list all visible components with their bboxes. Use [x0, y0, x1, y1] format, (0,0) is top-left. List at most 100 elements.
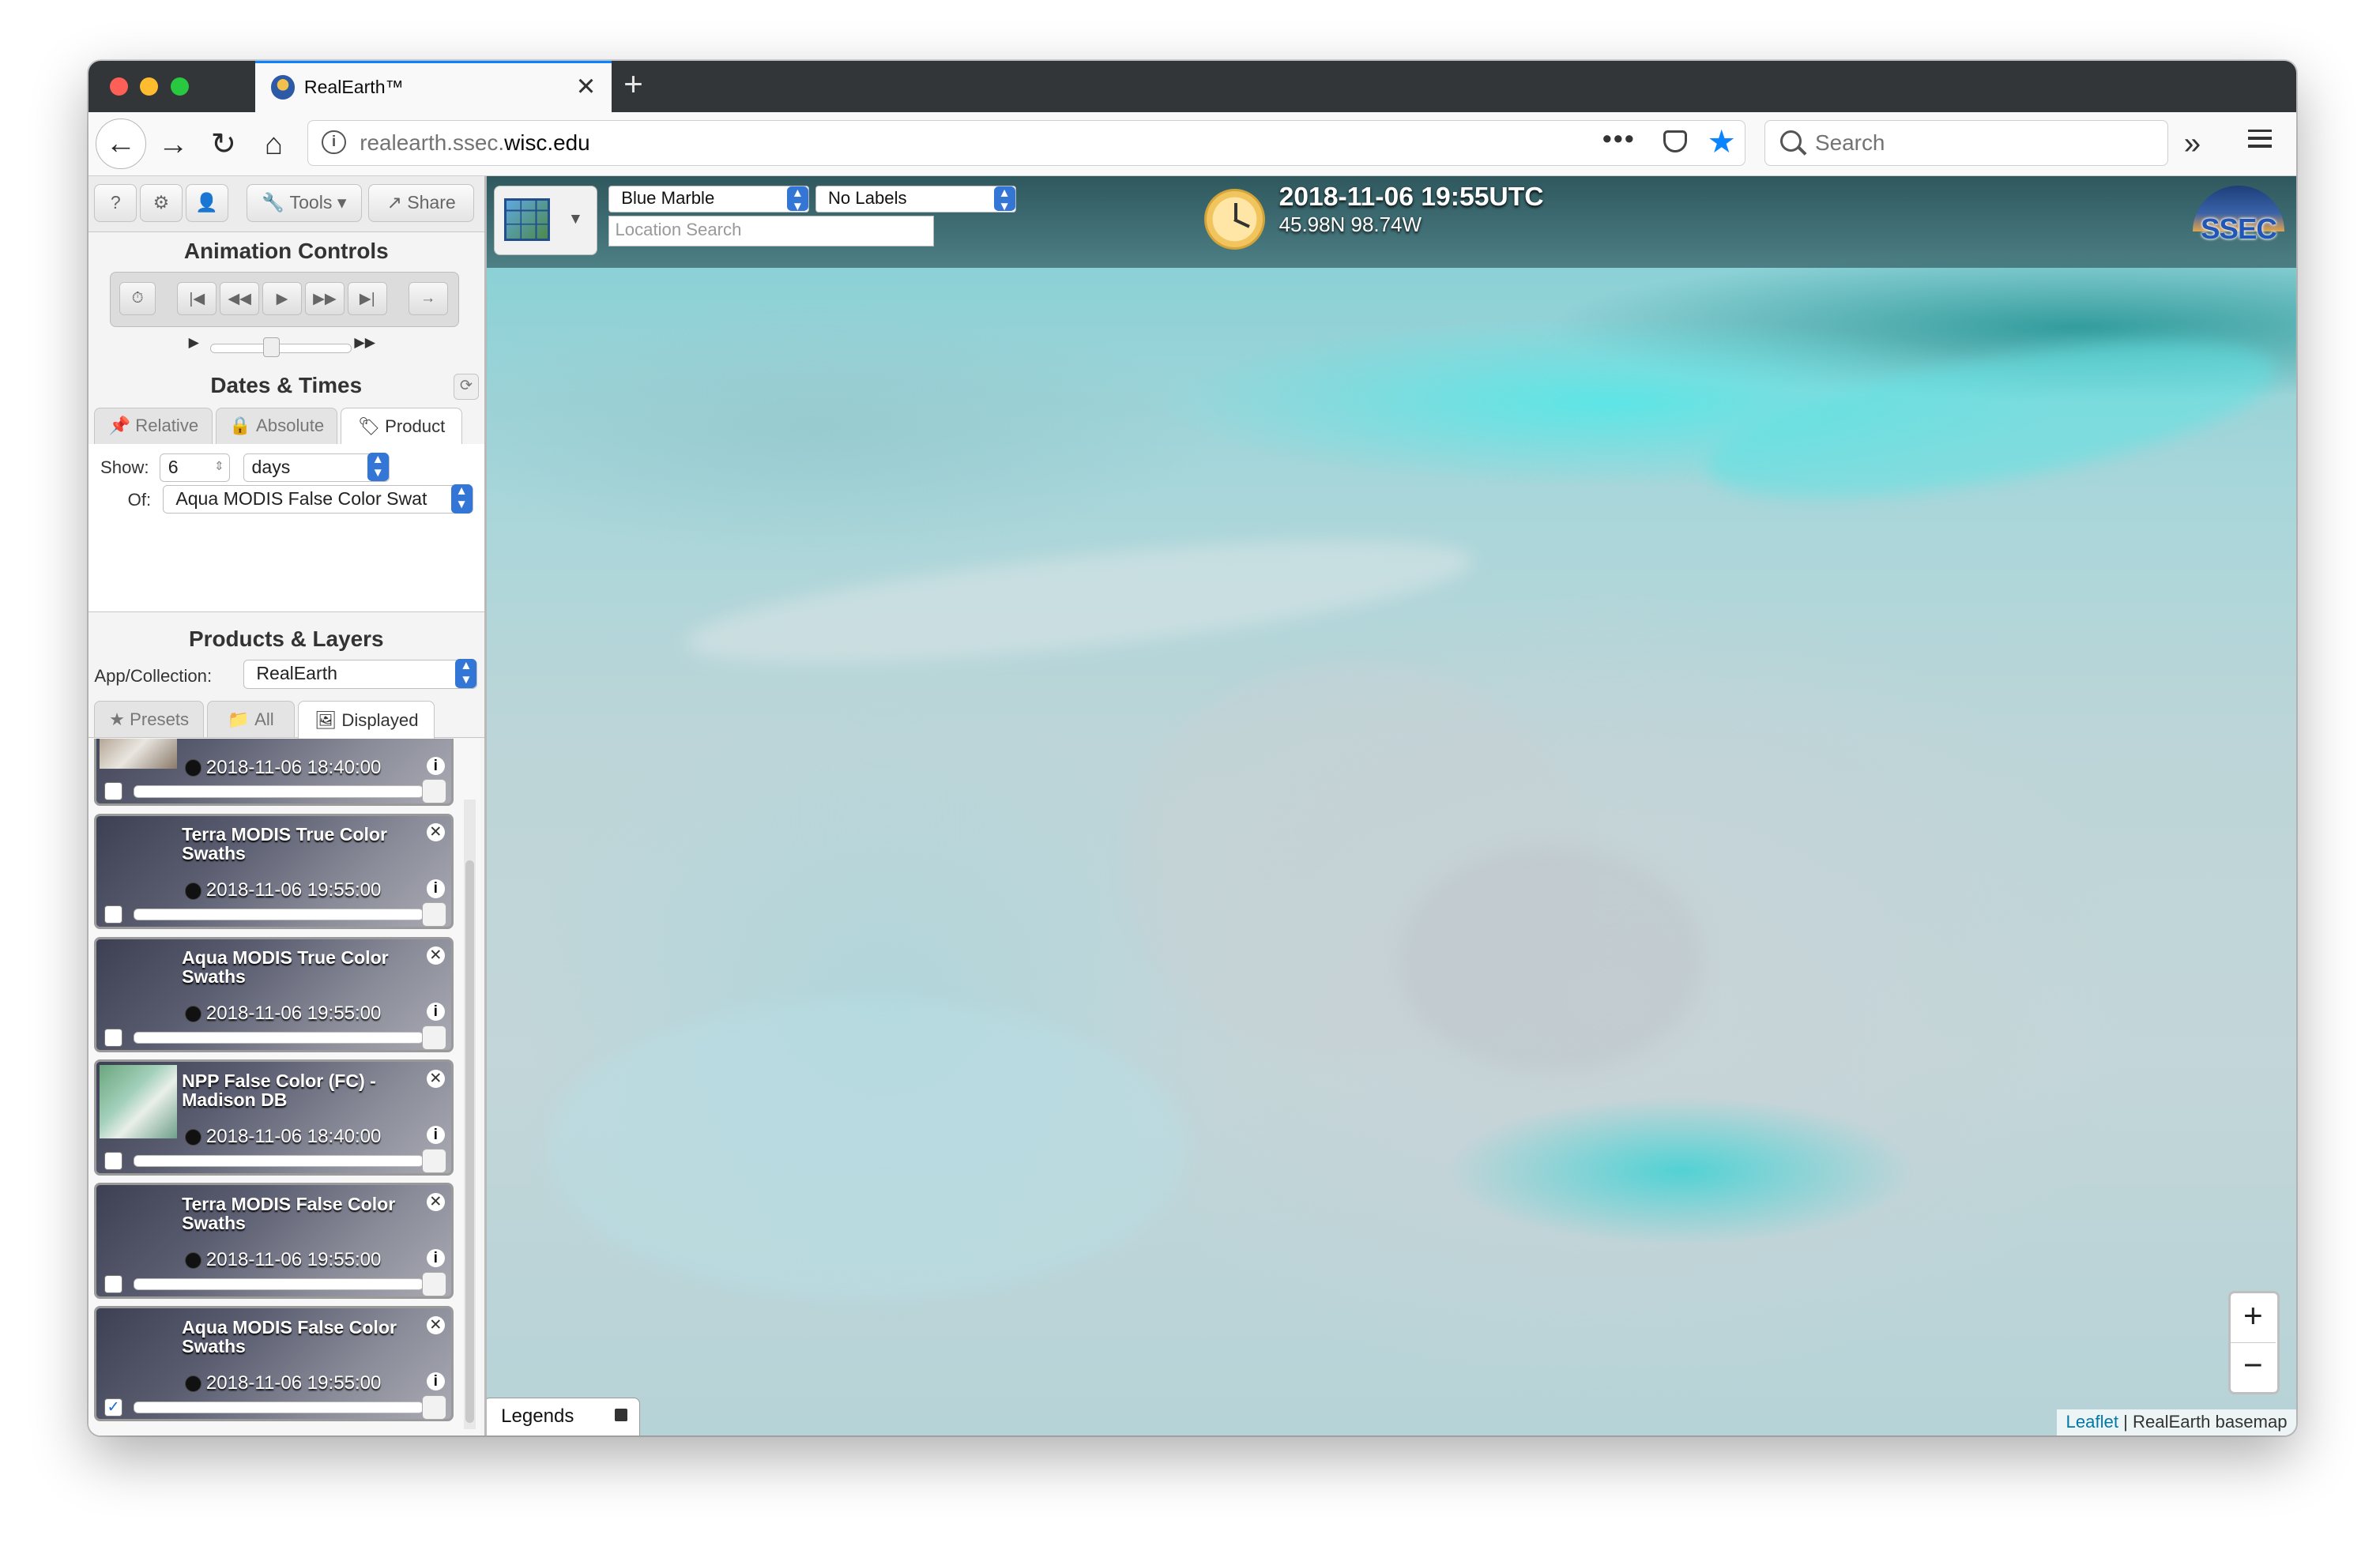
layer-card[interactable]: 2018-11-06 18:40:00 i	[94, 739, 454, 807]
refresh-icon[interactable]: ⟳	[453, 374, 480, 401]
close-tab-icon[interactable]: ✕	[576, 73, 597, 101]
labels-select[interactable]: No Labels ▲ ▼	[815, 185, 1016, 213]
remove-layer-icon[interactable]: ✕	[426, 1070, 445, 1089]
location-search-input[interactable]: Location Search	[608, 216, 934, 246]
speed-slider[interactable]: ▶ ▶▶	[88, 334, 484, 359]
hamburger-menu-icon[interactable]	[2247, 125, 2273, 149]
next-button[interactable]: →	[408, 282, 448, 316]
tab-all[interactable]: 📁 All	[206, 701, 296, 738]
opacity-slider[interactable]	[133, 785, 424, 798]
collection-select[interactable]: RealEarth ▲ ▼	[243, 659, 478, 689]
map-attribution: Leaflet | RealEarth basemap	[2056, 1409, 2297, 1435]
of-product-value: Aqua MODIS False Color Swat	[175, 487, 427, 509]
chevron-updown-icon: ▲ ▼	[455, 659, 477, 688]
layer-card[interactable]: Aqua MODIS False Color Swaths ✕ 2018-11-…	[94, 1306, 454, 1422]
opacity-slider[interactable]	[133, 1031, 424, 1044]
search-input[interactable]: Search	[1764, 120, 2169, 166]
map-canvas[interactable]: ▼ Blue Marble ▲ ▼ No Labels ▲ ▼ Location S…	[486, 176, 2297, 1435]
tools-label: Tools	[289, 192, 333, 213]
layer-card[interactable]: NPP False Color (FC) - Madison DB ✕ 2018…	[94, 1059, 454, 1176]
products-layers-title: Products & Layers	[189, 626, 384, 651]
minimize-window-button[interactable]	[140, 77, 159, 96]
layer-checkbox-checked[interactable]: ✓	[104, 1398, 123, 1417]
tab-displayed[interactable]: 🖼 Displayed	[298, 701, 435, 739]
opacity-slider-handle[interactable]	[422, 1149, 447, 1173]
opacity-slider-handle[interactable]	[422, 1025, 447, 1051]
tab-product[interactable]: 🏷 Product	[341, 407, 463, 446]
browser-tab[interactable]: RealEarth™ ✕	[255, 60, 612, 113]
legends-tab[interactable]: Legends	[486, 1397, 641, 1435]
zoom-out-button[interactable]: −	[2231, 1342, 2276, 1391]
animation-controls: ⏱ |◀ ◀◀ ▶ ▶▶ ▶| →	[109, 272, 460, 327]
layer-checkbox[interactable]	[104, 1029, 123, 1048]
basemap-select[interactable]: Blue Marble ▲ ▼	[608, 185, 809, 213]
tools-button[interactable]: 🔧 Tools ▾	[246, 183, 363, 222]
info-icon[interactable]: i	[426, 1249, 445, 1268]
layer-time: 2018-11-06 19:55:00	[205, 1003, 382, 1025]
overflow-menu-icon[interactable]: »	[2184, 126, 2201, 161]
layer-checkbox[interactable]	[104, 1151, 123, 1171]
home-button[interactable]: ⌂	[251, 122, 297, 167]
info-icon[interactable]: i	[426, 1003, 445, 1022]
speed-track[interactable]	[209, 343, 352, 353]
url-bar[interactable]: i realearth.ssec.wisc.edu ••• ★	[307, 120, 1746, 166]
forward-button[interactable]: →	[151, 122, 197, 167]
pin-icon[interactable]	[615, 1409, 627, 1421]
last-frame-button[interactable]: ▶|	[347, 282, 387, 316]
tab-presets[interactable]: ★ Presets	[94, 701, 204, 738]
user-button[interactable]: 👤	[185, 183, 228, 222]
layer-card[interactable]: Terra MODIS True Color Swaths ✕ 2018-11-…	[94, 813, 454, 929]
opacity-slider-handle[interactable]	[422, 779, 447, 804]
zoom-in-button[interactable]: +	[2230, 1293, 2276, 1343]
remove-layer-icon[interactable]: ✕	[426, 946, 445, 965]
show-count-stepper[interactable]: 6 ⇕	[160, 453, 230, 483]
basemap-button[interactable]: ▼	[494, 185, 598, 256]
opacity-slider-handle[interactable]	[422, 1394, 447, 1420]
info-icon[interactable]: i	[426, 756, 445, 775]
info-icon[interactable]: i	[426, 879, 445, 898]
show-unit-select[interactable]: days ▲ ▼	[243, 452, 390, 483]
opacity-slider[interactable]	[133, 1277, 424, 1291]
loop-button[interactable]: ⏱	[119, 282, 156, 316]
of-product-select[interactable]: Aqua MODIS False Color Swat ▲ ▼	[162, 484, 473, 514]
share-button[interactable]: ↗ Share	[367, 183, 475, 222]
settings-button[interactable]: ⚙	[140, 183, 183, 222]
remove-layer-icon[interactable]: ✕	[426, 1315, 445, 1334]
step-back-button[interactable]: ◀◀	[220, 282, 260, 316]
opacity-slider-handle[interactable]	[422, 1271, 447, 1296]
maximize-window-button[interactable]	[170, 77, 189, 96]
remove-layer-icon[interactable]: ✕	[426, 1192, 445, 1211]
layer-checkbox[interactable]	[104, 905, 123, 924]
close-window-button[interactable]	[109, 77, 128, 96]
opacity-slider-handle[interactable]	[422, 902, 447, 928]
layer-card[interactable]: Terra MODIS False Color Swaths ✕ 2018-11…	[94, 1183, 454, 1299]
first-frame-button[interactable]: |◀	[177, 282, 217, 316]
layer-card[interactable]: Aqua MODIS True Color Swaths ✕ 2018-11-0…	[94, 936, 454, 1052]
ssec-logo[interactable]: SSEC	[2190, 185, 2287, 256]
layer-checkbox[interactable]	[104, 1274, 123, 1293]
speed-thumb[interactable]	[262, 337, 281, 358]
remove-layer-icon[interactable]: ✕	[426, 823, 445, 842]
page-actions-icon[interactable]: •••	[1602, 124, 1636, 155]
back-button[interactable]: ←	[96, 119, 146, 169]
reload-button[interactable]: ↻	[201, 122, 247, 167]
info-icon[interactable]: i	[426, 1126, 445, 1145]
bookmark-star-icon[interactable]: ★	[1708, 122, 1736, 160]
leaflet-link[interactable]: Leaflet	[2066, 1412, 2118, 1432]
opacity-slider[interactable]	[133, 1154, 424, 1168]
help-button[interactable]: ?	[94, 183, 137, 222]
layer-checkbox[interactable]	[104, 782, 123, 801]
pocket-icon[interactable]	[1663, 130, 1688, 153]
new-tab-button[interactable]: +	[623, 66, 643, 103]
tab-absolute[interactable]: 🔒 Absolute	[216, 407, 338, 444]
layers-scrollbar-thumb[interactable]	[465, 860, 475, 1424]
step-forward-button[interactable]: ▶▶	[304, 282, 345, 316]
opacity-slider[interactable]	[133, 1401, 424, 1414]
tab-relative[interactable]: 📌 Relative	[94, 407, 213, 444]
layer-time: 2018-11-06 19:55:00	[205, 879, 382, 901]
info-icon[interactable]: i	[322, 130, 347, 155]
show-unit-value: days	[251, 456, 291, 477]
opacity-slider[interactable]	[133, 909, 424, 921]
info-icon[interactable]: i	[426, 1372, 445, 1391]
play-button[interactable]: ▶	[262, 282, 303, 316]
